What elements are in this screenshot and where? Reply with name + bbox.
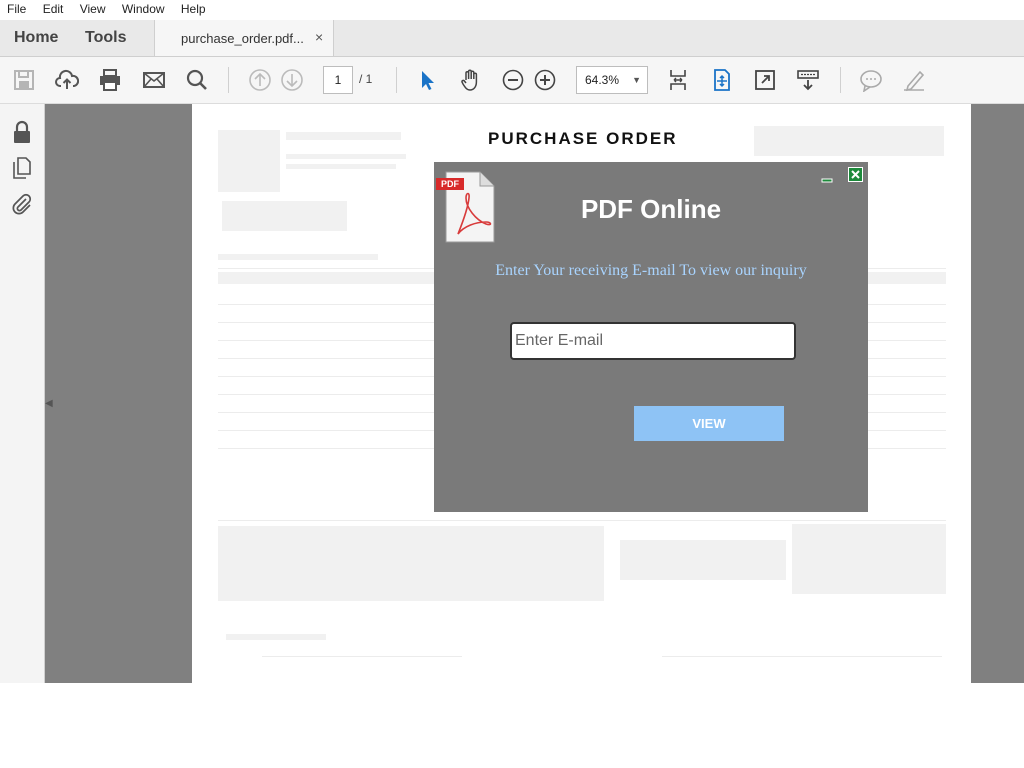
comment-icon[interactable] [858,67,884,93]
ghost-text [286,154,406,159]
fit-page-icon[interactable] [709,67,735,93]
document-tab-label: purchase_order.pdf... [181,31,304,46]
ghost-text [222,201,347,231]
menu-view[interactable]: View [80,0,106,16]
lock-icon[interactable] [10,120,34,144]
ghost-text [226,634,326,640]
toolbar [0,57,1024,104]
select-arrow-icon[interactable] [414,67,440,93]
ghost-text [286,132,401,140]
page-total: / 1 [359,72,373,86]
zoom-out-icon[interactable] [500,67,526,93]
zoom-value: 64.3% [585,73,620,87]
fullscreen-icon[interactable] [752,67,778,93]
ghost-box [754,126,944,156]
ghost-logo [218,130,280,192]
tab-bar: Home Tools purchase_order.pdf... × [0,20,1024,57]
search-icon[interactable] [184,67,210,93]
chevron-down-icon: ▼ [632,75,641,85]
left-panel [0,104,45,683]
email-icon[interactable] [141,67,167,93]
email-input[interactable] [510,322,796,360]
ghost-rule [218,520,946,521]
collapse-panel-icon[interactable]: ◀ [45,398,57,412]
minimize-icon[interactable] [821,170,833,183]
ghost-terms [218,526,604,601]
hand-icon[interactable] [457,67,483,93]
popup-heading: PDF Online [580,194,722,224]
pages-icon[interactable] [10,156,34,180]
save-icon[interactable] [11,67,37,93]
scroll-mode-icon[interactable] [665,67,691,93]
menu-window[interactable]: Window [122,0,165,16]
popup-subtitle: Enter Your receiving E-mail To view our … [495,262,807,279]
tools-tab[interactable]: Tools [85,29,126,47]
toolbar-separator [396,67,397,93]
toolbar-separator [840,67,841,93]
home-tab[interactable]: Home [14,29,58,47]
ghost-text [218,254,378,260]
email-popup: PDF Online Enter Your receiving E-mail T… [434,162,868,512]
ghost-barcode [620,540,786,580]
ghost-totals [792,524,946,594]
zoom-select[interactable]: 64.3% ▼ [576,66,648,94]
close-icon[interactable] [848,167,863,182]
menu-help[interactable]: Help [181,0,206,16]
view-button[interactable]: VIEW [634,406,784,441]
cloud-upload-icon[interactable] [54,67,80,93]
pdf-file-icon: PDF [436,168,498,244]
menu-edit[interactable]: Edit [43,0,64,16]
ghost-rule [662,656,942,657]
menu-file[interactable]: File [7,0,26,16]
attachment-icon[interactable] [10,192,34,216]
document-tab[interactable]: purchase_order.pdf... × [154,20,334,56]
close-tab-icon[interactable]: × [315,29,323,45]
toolbar-separator [228,67,229,93]
page-down-icon[interactable] [279,67,305,93]
sign-icon[interactable] [901,67,927,93]
page-up-icon[interactable] [247,67,273,93]
zoom-in-icon[interactable] [532,67,558,93]
ghost-rule [262,656,462,657]
read-mode-icon[interactable] [795,67,821,93]
page-number-input[interactable]: 1 [323,66,353,94]
document-title: PURCHASE ORDER [488,129,678,148]
print-icon[interactable] [97,67,123,93]
pdf-badge: PDF [436,178,464,190]
menu-bar: File Edit View Window Help [0,0,1024,20]
ghost-text [286,164,396,169]
